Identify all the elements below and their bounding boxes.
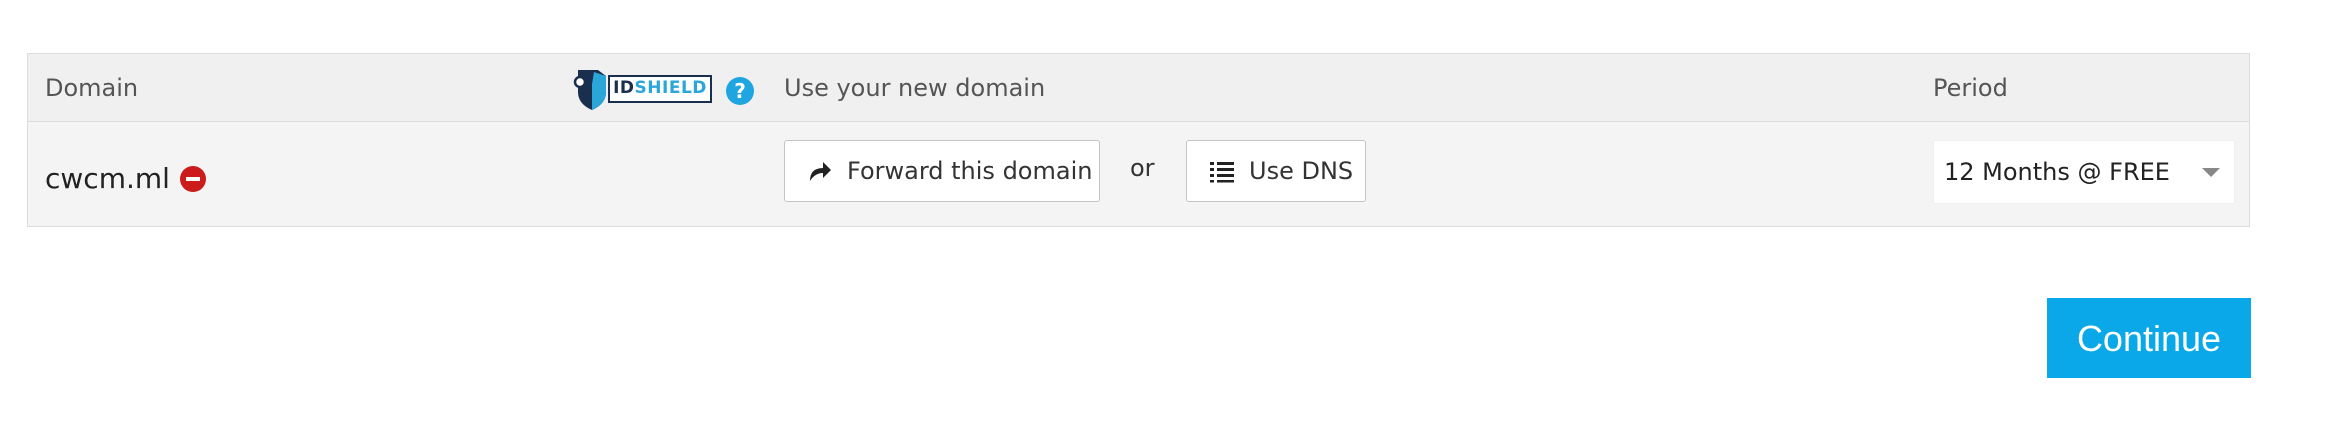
idshield-wordmark-id: ID: [613, 78, 635, 98]
chevron-down-icon: [2202, 168, 2220, 177]
use-dns-button[interactable]: Use DNS: [1186, 140, 1366, 202]
forward-domain-label: Forward this domain: [847, 157, 1093, 185]
period-selected-value: 12 Months @ FREE: [1944, 158, 2170, 186]
idshield-shield-icon: [573, 70, 606, 110]
list-icon: [1210, 162, 1234, 183]
period-column-header: Period: [1933, 74, 2008, 102]
use-domain-column-header: Use your new domain: [784, 74, 1046, 102]
or-separator: or: [1130, 154, 1155, 182]
continue-button[interactable]: Continue: [2047, 298, 2251, 378]
question-circle-icon[interactable]: ?: [726, 77, 754, 105]
domain-name: cwcm.ml: [45, 162, 170, 195]
share-arrow-icon: [810, 162, 831, 181]
idshield-wordmark: IDSHIELD: [608, 75, 712, 103]
forward-domain-button[interactable]: Forward this domain: [784, 140, 1100, 202]
table-header: Domain IDSHIELD ? Use your new domain Pe…: [28, 54, 2249, 122]
minus-circle-icon[interactable]: [180, 166, 206, 192]
domain-table: Domain IDSHIELD ? Use your new domain Pe…: [27, 53, 2250, 227]
domain-column-header: Domain: [45, 74, 139, 102]
use-dns-label: Use DNS: [1249, 157, 1354, 185]
period-select[interactable]: 12 Months @ FREE: [1933, 140, 2235, 204]
page: Domain IDSHIELD ? Use your new domain Pe…: [0, 0, 2348, 424]
idshield-wordmark-shield: SHIELD: [634, 78, 707, 98]
